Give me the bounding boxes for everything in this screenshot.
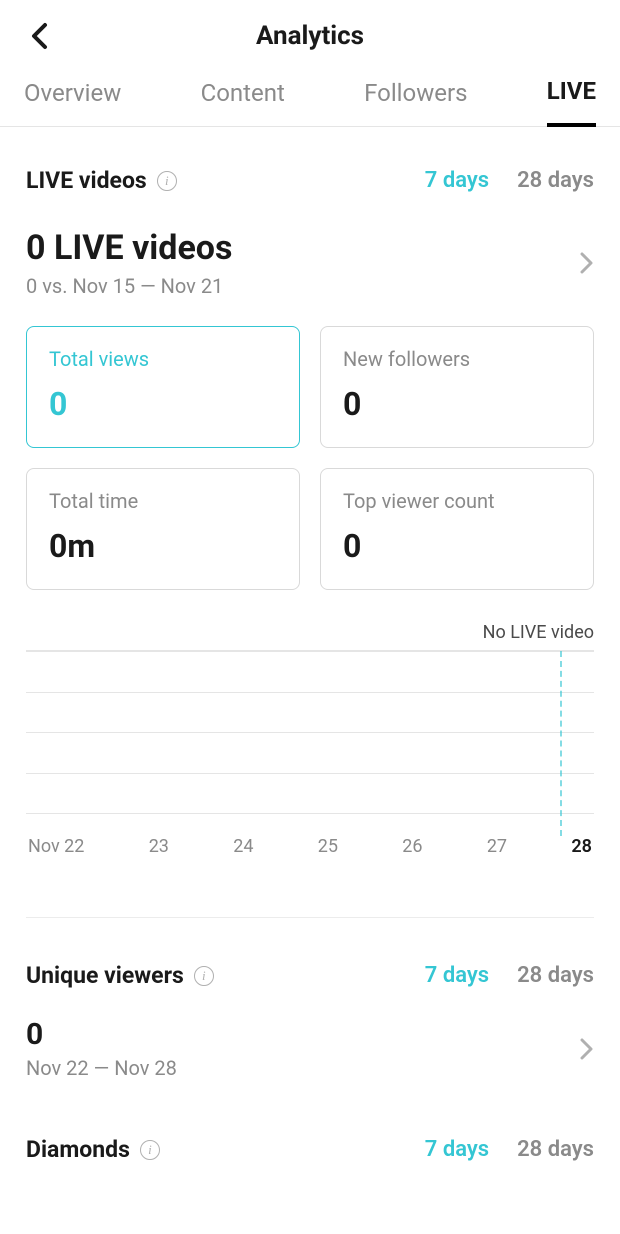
info-icon[interactable]: i: [140, 1140, 160, 1160]
range-toggle: 7 days 28 days: [425, 963, 594, 988]
chevron-left-icon: [30, 22, 50, 50]
x-tick: 26: [402, 836, 422, 857]
x-tick: 24: [233, 836, 253, 857]
diamonds-title: Diamonds: [26, 1136, 130, 1163]
live-videos-summary-row[interactable]: 0 LIVE videos 0 vs. Nov 15 — Nov 21: [26, 228, 594, 298]
card-top-viewer-count[interactable]: Top viewer count 0: [320, 468, 594, 590]
metric-cards: Total views 0 New followers 0 Total time…: [26, 326, 594, 590]
x-tick: Nov 22: [28, 836, 84, 857]
card-total-views[interactable]: Total views 0: [26, 326, 300, 448]
card-label: Total time: [49, 489, 277, 513]
section-divider: [26, 917, 594, 918]
page-title: Analytics: [0, 21, 620, 51]
live-videos-compare: 0 vs. Nov 15 — Nov 21: [26, 274, 232, 298]
unique-viewers-header: Unique viewers i 7 days 28 days: [26, 962, 594, 989]
tab-live[interactable]: LIVE: [547, 72, 596, 127]
card-label: Top viewer count: [343, 489, 571, 513]
live-videos-count: 0 LIVE videos: [26, 228, 232, 268]
card-label: Total views: [49, 347, 277, 371]
chart-annotation: No LIVE video: [483, 622, 594, 643]
info-icon[interactable]: i: [194, 966, 214, 986]
tab-overview[interactable]: Overview: [24, 72, 121, 127]
card-value: 0: [343, 527, 571, 565]
range-28-days[interactable]: 28 days: [517, 1137, 594, 1162]
card-value: 0: [343, 385, 571, 423]
card-total-time[interactable]: Total time 0m: [26, 468, 300, 590]
app-header: Analytics: [0, 0, 620, 72]
x-tick: 27: [487, 836, 507, 857]
live-videos-chart: No LIVE video Nov 22 23 24 25 26 27 28: [26, 650, 594, 857]
live-videos-header: LIVE videos i 7 days 28 days: [26, 167, 594, 194]
card-value: 0: [49, 385, 277, 423]
chart-marker-line: [560, 651, 562, 836]
tab-content[interactable]: Content: [201, 72, 285, 127]
info-icon[interactable]: i: [157, 171, 177, 191]
unique-viewers-row[interactable]: 0 Nov 22 — Nov 28: [26, 1017, 594, 1080]
range-toggle: 7 days 28 days: [425, 168, 594, 193]
range-7-days[interactable]: 7 days: [425, 963, 489, 988]
diamonds-header: Diamonds i 7 days 28 days: [26, 1136, 594, 1163]
tab-followers[interactable]: Followers: [364, 72, 467, 127]
range-28-days[interactable]: 28 days: [517, 168, 594, 193]
x-tick: 25: [318, 836, 338, 857]
range-7-days[interactable]: 7 days: [425, 1137, 489, 1162]
card-label: New followers: [343, 347, 571, 371]
range-7-days[interactable]: 7 days: [425, 168, 489, 193]
range-toggle: 7 days 28 days: [425, 1137, 594, 1162]
x-tick: 28: [571, 836, 592, 857]
card-new-followers[interactable]: New followers 0: [320, 326, 594, 448]
unique-viewers-value: 0: [26, 1017, 177, 1052]
x-tick: 23: [149, 836, 169, 857]
live-videos-title: LIVE videos: [26, 167, 147, 194]
back-button[interactable]: [24, 20, 56, 52]
card-value: 0m: [49, 527, 277, 565]
chart-grid: [26, 650, 594, 814]
tabs-bar: Overview Content Followers LIVE: [0, 72, 620, 127]
chevron-right-icon: [580, 1037, 594, 1061]
chevron-right-icon: [580, 251, 594, 275]
unique-viewers-title: Unique viewers: [26, 962, 184, 989]
range-28-days[interactable]: 28 days: [517, 963, 594, 988]
unique-viewers-range: Nov 22 — Nov 28: [26, 1056, 177, 1080]
chart-x-axis: Nov 22 23 24 25 26 27 28: [26, 836, 594, 857]
